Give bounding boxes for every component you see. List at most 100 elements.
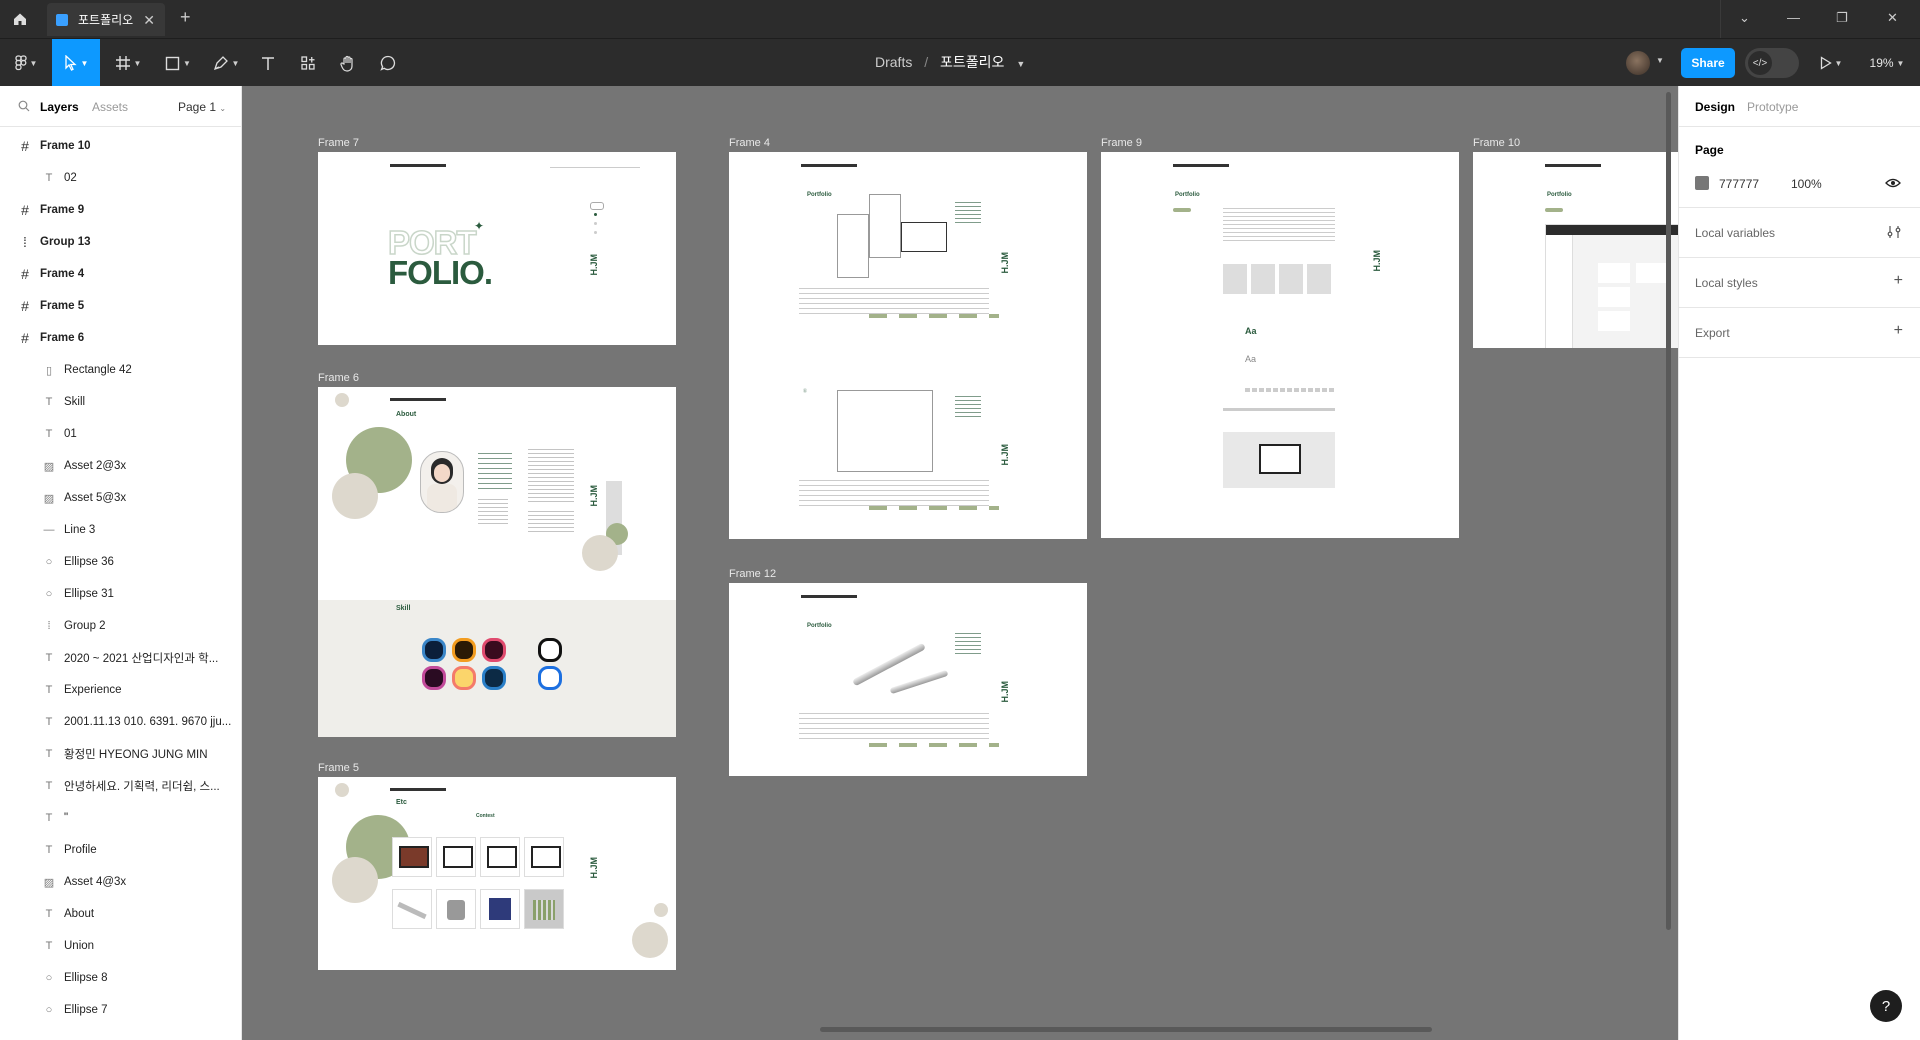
frame-6[interactable]: About H.JM Skill <box>318 387 676 737</box>
file-tab[interactable]: 포트폴리오 ✕ <box>47 3 165 36</box>
frame-label[interactable]: Frame 10 <box>1473 137 1520 149</box>
layer-item[interactable]: ▯ Rectangle 42 <box>0 354 241 386</box>
layer-item[interactable]: ▨ Asset 4@3x <box>0 866 241 898</box>
layer-item[interactable]: T Experience <box>0 674 241 706</box>
layer-item[interactable]: # Frame 10 <box>0 130 241 162</box>
text-tool[interactable] <box>252 39 284 87</box>
avatar[interactable] <box>1626 51 1650 75</box>
move-tool[interactable]: ▼ <box>52 39 100 87</box>
frame-label[interactable]: Frame 12 <box>729 568 776 580</box>
page-color-hex[interactable]: 777777 <box>1719 177 1759 191</box>
layer-item[interactable]: # Frame 5 <box>0 290 241 322</box>
layer-item[interactable]: ▨ Asset 5@3x <box>0 482 241 514</box>
local-styles-section[interactable]: Local styles + <box>1679 258 1920 308</box>
image-icon: ▨ <box>43 460 55 473</box>
variables-icon[interactable] <box>1887 225 1901 239</box>
layer-item[interactable]: T Union <box>0 930 241 962</box>
frame-label[interactable]: Frame 6 <box>318 372 359 384</box>
frame-9[interactable]: Portfolio Aa Aa H.JM <box>1101 152 1459 538</box>
layer-item[interactable]: T 황정민 HYEONG JUNG MIN <box>0 738 241 770</box>
layer-item[interactable]: T Profile <box>0 834 241 866</box>
header-text <box>801 164 857 167</box>
layer-item[interactable]: ○ Ellipse 31 <box>0 578 241 610</box>
illustrator-icon <box>452 638 476 662</box>
layer-item[interactable]: ○ Ellipse 7 <box>0 994 241 1026</box>
canvas[interactable]: Frame 7 PORT FOLIO. ✦ H.JM Frame 6 About… <box>242 86 1678 1040</box>
layer-item[interactable]: — Line 3 <box>0 514 241 546</box>
layer-label: Ellipse 7 <box>64 1004 108 1016</box>
layer-item[interactable]: # Frame 9 <box>0 194 241 226</box>
frame-5[interactable]: Etc Contest H.JM <box>318 777 676 970</box>
frame-10[interactable]: Portfolio <box>1473 152 1678 348</box>
help-button[interactable]: ? <box>1870 990 1902 1022</box>
new-tab-icon[interactable]: + <box>180 7 191 28</box>
frame-tool[interactable]: ▼ <box>108 39 148 87</box>
layer-item[interactable]: T 2001.11.13 010. 6391. 9670 jju... <box>0 706 241 738</box>
layer-item[interactable]: T About <box>0 898 241 930</box>
shape-tool[interactable]: ▼ <box>158 39 198 87</box>
chevron-down-icon[interactable]: ⌄ <box>1739 10 1750 26</box>
zoom-menu[interactable]: 19% ▼ <box>1862 39 1912 87</box>
layer-item[interactable]: ⁞ Group 13 <box>0 226 241 258</box>
layer-item[interactable]: ⁞ Group 2 <box>0 610 241 642</box>
ellipse <box>335 393 349 407</box>
present-button[interactable]: ▼ <box>1812 39 1850 87</box>
layer-item[interactable]: ○ Ellipse 8 <box>0 962 241 994</box>
close-tab-icon[interactable]: ✕ <box>143 12 155 29</box>
tab-design[interactable]: Design <box>1695 100 1735 114</box>
comment-tool[interactable] <box>372 39 404 87</box>
home-icon[interactable] <box>8 7 32 31</box>
sparkle-icon: ✦ <box>474 219 485 233</box>
add-export-icon[interactable]: + <box>1894 322 1903 340</box>
page-color-swatch[interactable] <box>1695 176 1709 190</box>
share-button[interactable]: Share <box>1681 48 1735 78</box>
group-icon: ⁞ <box>47 620 51 632</box>
tag-row <box>869 314 999 318</box>
eye-icon[interactable] <box>1885 178 1901 188</box>
frame-7[interactable]: PORT FOLIO. ✦ H.JM <box>318 152 676 345</box>
ellipse <box>332 857 378 903</box>
layer-item[interactable]: # Frame 6 <box>0 322 241 354</box>
pen-tool[interactable]: ▼ <box>206 39 246 87</box>
layer-item[interactable]: T 01 <box>0 418 241 450</box>
tab-assets[interactable]: Assets <box>92 100 128 114</box>
export-section[interactable]: Export + <box>1679 308 1920 358</box>
layer-item[interactable]: T 02 <box>0 162 241 194</box>
chevron-down-icon[interactable]: ▼ <box>1016 59 1025 69</box>
breadcrumb-drafts[interactable]: Drafts <box>875 54 912 70</box>
tab-layers[interactable]: Layers <box>40 100 79 114</box>
add-style-icon[interactable]: + <box>1894 272 1903 290</box>
frame-label[interactable]: Frame 5 <box>318 762 359 774</box>
page-opacity[interactable]: 100% <box>1791 177 1822 191</box>
tab-prototype[interactable]: Prototype <box>1747 100 1798 114</box>
layer-item[interactable]: T " <box>0 802 241 834</box>
resources-tool[interactable] <box>292 39 324 87</box>
dev-mode-toggle[interactable]: </> <box>1745 48 1799 78</box>
layer-item[interactable]: # Frame 4 <box>0 258 241 290</box>
tag <box>1173 208 1191 212</box>
local-variables-section[interactable]: Local variables <box>1679 208 1920 258</box>
layer-item[interactable]: T 안녕하세요. 기획력, 리더쉽, 스... <box>0 770 241 802</box>
frame-12[interactable]: Portfolio H.JM <box>729 583 1087 776</box>
main-menu-button[interactable]: ▼ <box>6 39 46 87</box>
layer-item[interactable]: T 2020 ~ 2021 산업디자인과 학... <box>0 642 241 674</box>
page-selector[interactable]: Page 1 ⌄ <box>178 100 226 114</box>
layer-item[interactable]: ▨ Asset 2@3x <box>0 450 241 482</box>
vertical-scrollbar[interactable] <box>1666 92 1671 930</box>
layer-label: " <box>64 812 69 824</box>
frame-label[interactable]: Frame 4 <box>729 137 770 149</box>
minimize-icon[interactable]: — <box>1787 10 1800 25</box>
restore-icon[interactable]: ❐ <box>1836 10 1848 26</box>
frame-4[interactable]: Portfolio H.JM Ⓖ H.JM <box>729 152 1087 539</box>
close-window-icon[interactable]: ✕ <box>1887 10 1898 26</box>
chevron-down-icon[interactable]: ▼ <box>1656 56 1664 65</box>
layer-item[interactable]: T Skill <box>0 386 241 418</box>
search-icon[interactable] <box>18 100 30 112</box>
horizontal-scrollbar[interactable] <box>820 1027 1432 1032</box>
layer-item[interactable]: ○ Ellipse 36 <box>0 546 241 578</box>
skill-heading: Skill <box>396 605 411 612</box>
hand-tool[interactable] <box>332 39 364 87</box>
frame-label[interactable]: Frame 9 <box>1101 137 1142 149</box>
breadcrumb-file-name[interactable]: 포트폴리오 <box>940 54 1004 70</box>
frame-label[interactable]: Frame 7 <box>318 137 359 149</box>
